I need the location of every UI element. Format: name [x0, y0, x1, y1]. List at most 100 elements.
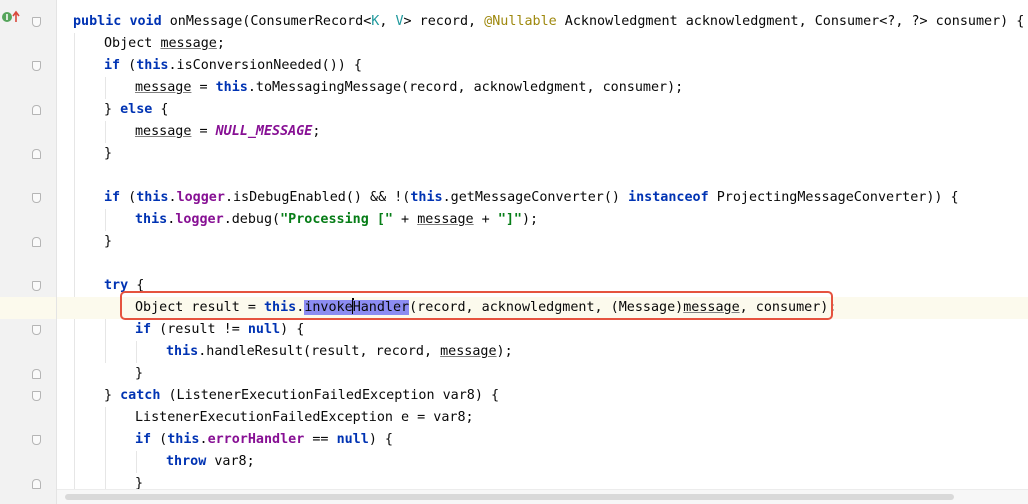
- code-text: (: [151, 432, 168, 447]
- code-text: .: [168, 190, 177, 205]
- code-line-4[interactable]: message = this.toMessagingMessage(record…: [57, 77, 1028, 99]
- code-text: }: [104, 146, 113, 161]
- code-text: var8;: [206, 454, 255, 469]
- fold-if-icon[interactable]: [32, 193, 41, 203]
- keyword: this: [136, 190, 169, 205]
- keyword: this: [166, 344, 199, 359]
- scrollbar-thumb[interactable]: [65, 494, 954, 500]
- keyword: try: [104, 278, 129, 293]
- keyword: this: [264, 300, 297, 315]
- code-text: (record, acknowledgment, (Message): [409, 300, 684, 315]
- horizontal-scrollbar[interactable]: [57, 489, 1028, 504]
- type-parameter: V: [395, 14, 404, 29]
- code-line-2[interactable]: Object message;: [57, 33, 1028, 55]
- keyword: public: [73, 14, 122, 29]
- code-line-15[interactable]: }: [57, 363, 1028, 385]
- fold-if-icon[interactable]: [32, 61, 41, 71]
- keyword: throw: [166, 454, 207, 469]
- code-text: .getMessageConverter(): [442, 190, 629, 205]
- code-text: (ListenerExecutionFailedException var8) …: [160, 388, 500, 403]
- variable: message: [683, 300, 740, 315]
- code-line-13[interactable]: if (result != null) {: [57, 319, 1028, 341]
- code-text: .debug(: [223, 212, 281, 227]
- code-text: ==: [304, 432, 337, 447]
- code-text: ;: [216, 36, 225, 51]
- code-text: }: [104, 102, 121, 117]
- code-text: }: [135, 366, 144, 381]
- code-line-18[interactable]: if (this.errorHandler == null) {: [57, 429, 1028, 451]
- keyword: this: [135, 212, 168, 227]
- code-text: +: [473, 212, 498, 227]
- keyword: this: [410, 190, 443, 205]
- code-line-16[interactable]: } catch (ListenerExecutionFailedExceptio…: [57, 385, 1028, 407]
- keyword: if: [135, 432, 152, 447]
- keyword: else: [120, 102, 153, 117]
- keyword: this: [136, 58, 169, 73]
- code-line-7[interactable]: }: [57, 143, 1028, 165]
- code-text: ListenerExecutionFailedException e = var…: [135, 410, 474, 425]
- code-text: }: [104, 234, 113, 249]
- variable: message: [440, 344, 497, 359]
- variable: message: [160, 36, 217, 51]
- code-line-9[interactable]: this.logger.debug("Processing [" + messa…: [57, 209, 1028, 231]
- keyword: if: [104, 58, 121, 73]
- code-line-1[interactable]: public void onMessage(ConsumerRecord<K, …: [57, 11, 1028, 33]
- keyword: catch: [120, 388, 161, 403]
- keyword: null: [336, 432, 369, 447]
- code-text: );: [496, 344, 513, 359]
- code-text: (: [120, 58, 137, 73]
- code-line-8[interactable]: if (this.logger.isDebugEnabled() && !(th…: [57, 187, 1028, 209]
- fold-if-icon[interactable]: [32, 325, 41, 335]
- fold-end-icon[interactable]: [32, 149, 41, 159]
- code-text: (: [120, 190, 137, 205]
- variable: message: [135, 124, 192, 139]
- fold-try-icon[interactable]: [32, 281, 41, 291]
- code-text: ;: [312, 124, 321, 139]
- variable: message: [135, 80, 192, 95]
- code-line-10[interactable]: }: [57, 231, 1028, 253]
- code-text: );: [522, 212, 539, 227]
- code-line-14[interactable]: this.handleResult(result, record, messag…: [57, 341, 1028, 363]
- code-line-17[interactable]: ListenerExecutionFailedException e = var…: [57, 407, 1028, 429]
- code-text: {: [152, 102, 169, 117]
- fold-end-icon[interactable]: [32, 479, 41, 489]
- fold-if-icon[interactable]: [32, 435, 41, 445]
- code-text: =: [191, 124, 216, 139]
- constant: NULL_MESSAGE: [215, 124, 313, 139]
- code-text: Object: [104, 36, 161, 51]
- fold-method-icon[interactable]: [32, 17, 41, 27]
- code-line-19[interactable]: throw var8;: [57, 451, 1028, 473]
- code-text: Object result =: [135, 300, 264, 315]
- annotation: @Nullable: [484, 14, 557, 29]
- code-text: , consumer);: [739, 300, 837, 315]
- field: errorHandler: [207, 432, 305, 447]
- implements-override-marker-icon[interactable]: I: [1, 10, 23, 24]
- fold-end-icon[interactable]: [32, 105, 41, 115]
- identifier-highlight: Handler: [352, 300, 410, 315]
- string-literal: "]": [497, 212, 522, 227]
- svg-text:I: I: [6, 13, 9, 22]
- code-line-3[interactable]: if (this.isConversionNeeded()) {: [57, 55, 1028, 77]
- code-text: ) {: [280, 322, 305, 337]
- code-editor[interactable]: public void onMessage(ConsumerRecord<K, …: [57, 0, 1028, 504]
- code-line-5[interactable]: } else {: [57, 99, 1028, 121]
- code-text: onMessage(ConsumerRecord<: [161, 14, 372, 29]
- code-text: .isConversionNeeded()) {: [168, 58, 362, 73]
- code-text: {: [128, 278, 145, 293]
- field: logger: [175, 212, 224, 227]
- current-line-gutter-highlight: [0, 297, 56, 319]
- code-line-11[interactable]: try {: [57, 275, 1028, 297]
- code-text: =: [191, 80, 216, 95]
- keyword: null: [247, 322, 281, 337]
- fold-catch-icon[interactable]: [32, 391, 41, 401]
- fold-end-icon[interactable]: [32, 237, 41, 247]
- code-text: .isDebugEnabled() && !(: [224, 190, 411, 205]
- code-text: .: [199, 432, 208, 447]
- keyword: instanceof: [628, 190, 709, 205]
- code-line-6[interactable]: message = NULL_MESSAGE;: [57, 121, 1028, 143]
- code-line-12-current[interactable]: Object result = this.invokeHandler(recor…: [57, 297, 1028, 319]
- fold-end-icon[interactable]: [32, 369, 41, 379]
- code-text: (result !=: [151, 322, 248, 337]
- code-text: ProjectingMessageConverter)) {: [708, 190, 959, 205]
- keyword: if: [104, 190, 121, 205]
